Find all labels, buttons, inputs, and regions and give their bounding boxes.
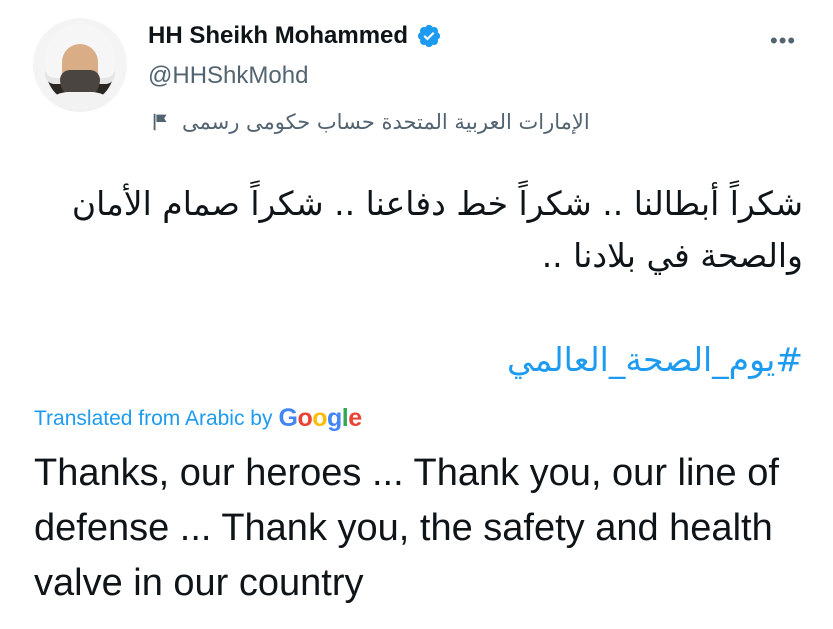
avatar[interactable] (33, 18, 127, 112)
translation-attribution: Translated from Arabic by Google (34, 404, 362, 433)
government-account-label: الإمارات العربية المتحدة حساب حكومى رسمى (182, 110, 590, 134)
author-name-row[interactable]: HH Sheikh Mohammed (148, 22, 442, 50)
tweet-text-arabic: شكراً أبطالنا .. شكراً خط دفاعنا .. شكرا… (71, 184, 803, 275)
more-options-icon[interactable]: ••• (770, 28, 796, 54)
author-display-name[interactable]: HH Sheikh Mohammed (148, 22, 408, 50)
tweet-translation-text: Thanks, our heroes ... Thank you, our li… (34, 452, 779, 604)
account-label-row: الإمارات العربية المتحدة حساب حكومى رسمى (150, 110, 590, 134)
avatar-robe (39, 92, 121, 112)
translated-from-label: Translated from Arabic by (34, 406, 273, 430)
google-logo: Google (278, 404, 363, 432)
hashtag-link[interactable]: #يوم_الصحة_العالمي (507, 340, 803, 379)
verified-badge-icon (417, 24, 441, 48)
author-handle[interactable]: @HHShkMohd (148, 62, 308, 90)
flag-icon (153, 113, 167, 131)
